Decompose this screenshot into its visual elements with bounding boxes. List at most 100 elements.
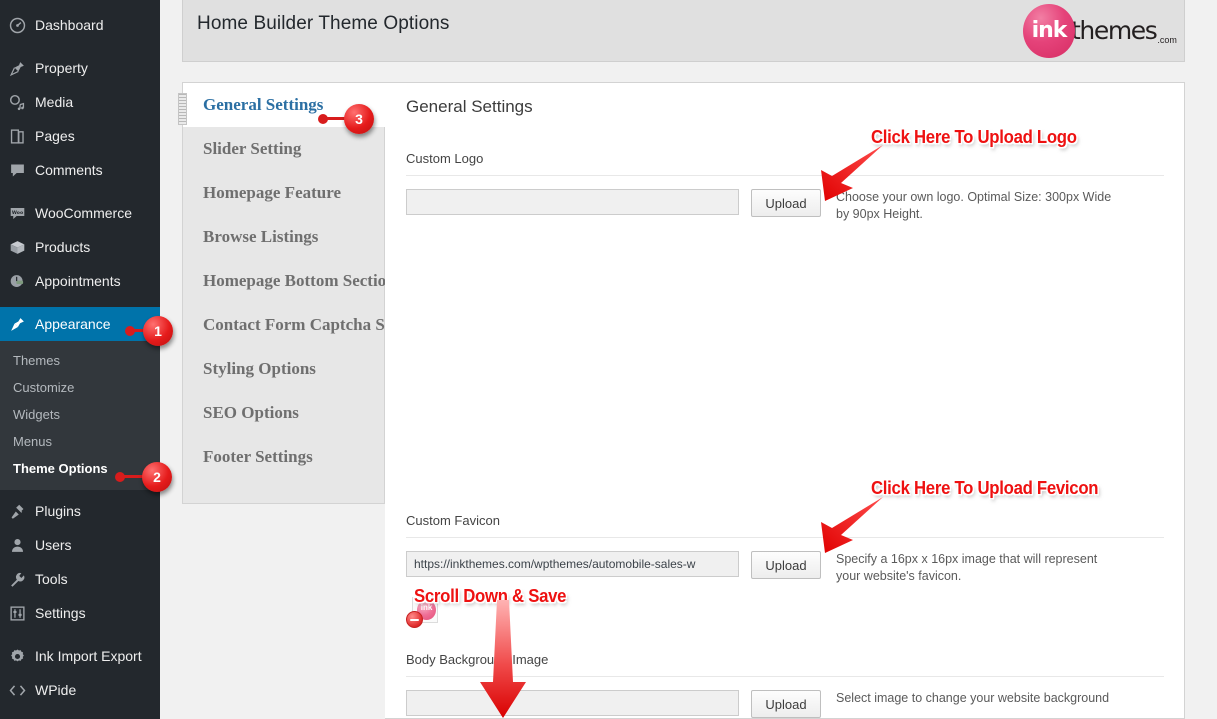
sidebar-item-products[interactable]: Products (0, 230, 160, 264)
field-divider (406, 676, 1164, 677)
theme-options-panel: General Settings Slider Setting Homepage… (178, 63, 1185, 719)
field-row: Upload Choose your own logo. Optimal Siz… (406, 189, 1118, 223)
sidebar-item-label: Products (35, 239, 91, 255)
custom-favicon-upload-button[interactable]: Upload (751, 551, 821, 579)
tab-label: SEO Options (203, 403, 299, 422)
tab-slider-setting[interactable]: Slider Setting (183, 127, 384, 171)
favicon-remove-button[interactable] (406, 611, 423, 628)
submenu-item-label: Customize (13, 380, 75, 395)
field-label: Body Background Image (406, 652, 549, 667)
sidebar-item-plugins[interactable]: Plugins (0, 494, 160, 528)
sidebar-item-appointments[interactable]: Appointments (0, 264, 160, 298)
tab-label: Homepage Feature (203, 183, 342, 202)
sidebar-item-woocommerce[interactable]: Woo WooCommerce (0, 196, 160, 230)
screen: Dashboard Property Media Pages Comments … (0, 0, 1217, 719)
sidebar-item-label: Tools (35, 571, 68, 587)
section-title: General Settings (406, 97, 533, 116)
users-icon (9, 535, 35, 555)
sidebar-item-theme-options[interactable]: Theme Options (0, 455, 160, 482)
tools-wrench-icon (9, 569, 35, 589)
sidebar-item-customize[interactable]: Customize (0, 374, 160, 401)
sidebar-item-pages[interactable]: Pages (0, 119, 160, 153)
tab-label: General Settings (203, 95, 324, 114)
inkthemes-logo: ink themes .com (1023, 2, 1178, 59)
sidebar-item-appearance[interactable]: Appearance (0, 307, 160, 341)
tab-homepage-bottom-section[interactable]: Homepage Bottom Section (183, 259, 396, 303)
tab-general-settings[interactable]: General Settings (183, 83, 385, 127)
sidebar-item-label: Media (35, 94, 74, 110)
main-content: Home Builder Theme Options ink themes .c… (160, 0, 1217, 719)
logo-circle-icon: ink (1023, 3, 1075, 58)
sidebar-item-label: Settings (35, 605, 86, 621)
sidebar-item-property[interactable]: Property (0, 51, 160, 85)
sidebar-item-label: Dashboard (35, 17, 104, 33)
code-brackets-icon (9, 680, 35, 700)
sidebar-item-label: Property (35, 60, 88, 76)
sidebar-item-label: Ink Import Export (35, 648, 142, 664)
sidebar-item-comments[interactable]: Comments (0, 153, 160, 187)
field-divider (406, 537, 1164, 538)
custom-favicon-input[interactable] (406, 551, 739, 577)
custom-logo-upload-button[interactable]: Upload (751, 189, 821, 217)
sidebar-item-label: Appearance (35, 316, 111, 332)
sidebar-item-menus[interactable]: Menus (0, 428, 160, 455)
tab-label: Browse Listings (203, 227, 319, 246)
custom-logo-input[interactable] (406, 189, 739, 215)
sidebar-item-label: Pages (35, 128, 75, 144)
tab-footer-settings[interactable]: Footer Settings (183, 435, 384, 479)
logo-com-text: .com (1157, 35, 1177, 45)
sidebar-item-label: Appointments (35, 273, 121, 289)
menu-separator (0, 187, 160, 196)
tab-label: Homepage Bottom Section (203, 271, 396, 290)
sidebar-item-label: WPide (35, 682, 77, 698)
woocommerce-icon: Woo (9, 203, 35, 223)
field-description: Choose your own logo. Optimal Size: 300p… (836, 190, 1112, 221)
tab-homepage-feature[interactable]: Homepage Feature (183, 171, 384, 215)
tab-seo-options[interactable]: SEO Options (183, 391, 384, 435)
wp-admin-sidebar: Dashboard Property Media Pages Comments … (0, 0, 160, 719)
panel-drag-handle[interactable] (178, 93, 187, 125)
tab-styling-options[interactable]: Styling Options (183, 347, 384, 391)
logo-themes-text: themes (1071, 16, 1158, 45)
settings-sliders-icon (9, 603, 35, 623)
gear-icon (9, 646, 35, 666)
field-row: Upload Select image to change your websi… (406, 690, 1118, 718)
sidebar-item-settings[interactable]: Settings (0, 596, 160, 630)
sidebar-item-widgets[interactable]: Widgets (0, 401, 160, 428)
options-tab-list: General Settings Slider Setting Homepage… (178, 82, 428, 504)
sidebar-item-themes[interactable]: Themes (0, 347, 160, 374)
sidebar-item-users[interactable]: Users (0, 528, 160, 562)
page-title: Home Builder Theme Options (197, 13, 450, 34)
sidebar-item-label: Comments (35, 162, 103, 178)
menu-separator (0, 630, 160, 639)
tab-browse-listings[interactable]: Browse Listings (183, 215, 384, 259)
menu-separator (0, 298, 160, 307)
sidebar-item-dashboard[interactable]: Dashboard (0, 8, 160, 42)
sidebar-item-wpide[interactable]: WPide (0, 673, 160, 707)
field-description: Specify a 16px x 16px image that will re… (836, 552, 1098, 583)
submenu-item-label: Themes (13, 353, 60, 368)
body-background-upload-button[interactable]: Upload (751, 690, 821, 718)
field-description: Select image to change your website back… (836, 691, 1110, 705)
menu-separator (0, 42, 160, 51)
page-header: Home Builder Theme Options ink themes .c… (182, 0, 1185, 62)
plugins-plug-icon (9, 501, 35, 521)
submenu-item-label: Widgets (13, 407, 60, 422)
field-label: Custom Favicon (406, 513, 500, 528)
field-row: Upload Specify a 16px x 16px image that … (406, 551, 1118, 585)
comments-icon (9, 160, 35, 180)
tab-label: Styling Options (203, 359, 316, 378)
field-divider (406, 175, 1164, 176)
tab-label: Slider Setting (203, 139, 302, 158)
submenu-item-label: Menus (13, 434, 53, 449)
tab-contact-form-captcha-section[interactable]: Contact Form Captcha Section (183, 303, 428, 347)
sidebar-item-ink-import-export[interactable]: Ink Import Export (0, 639, 160, 673)
tab-label: Footer Settings (203, 447, 313, 466)
body-background-input[interactable] (406, 690, 739, 716)
pages-icon (9, 126, 35, 146)
sidebar-item-tools[interactable]: Tools (0, 562, 160, 596)
sidebar-item-media[interactable]: Media (0, 85, 160, 119)
media-icon (9, 92, 35, 112)
sidebar-item-label: Plugins (35, 503, 81, 519)
submenu-item-label: Theme Options (13, 461, 108, 476)
